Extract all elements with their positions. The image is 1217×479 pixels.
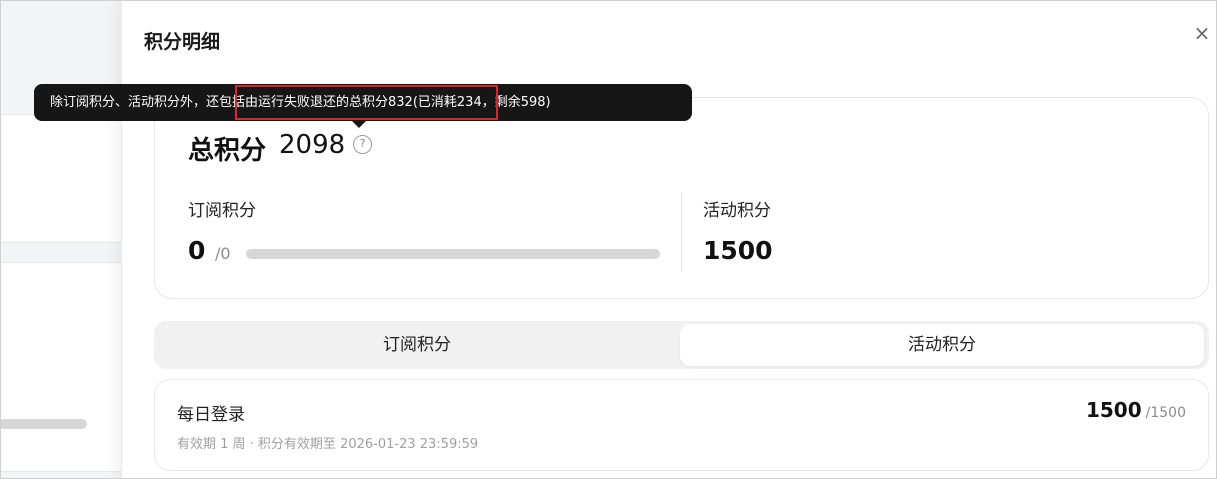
activity-points-label: 活动积分 xyxy=(703,201,771,221)
subscription-points-value: 0 xyxy=(188,236,206,265)
subscription-progress-bar xyxy=(246,249,660,259)
list-item: 每日登录 有效期 1 周 · 积分有效期至 2026-01-23 23:59:5… xyxy=(154,379,1209,471)
drawer-title: 积分明细 xyxy=(144,31,221,53)
divider xyxy=(681,192,682,272)
tab-subscription-points[interactable]: 订阅积分 xyxy=(157,324,677,366)
background-progress-bar xyxy=(0,419,87,429)
tab-activity-points[interactable]: 活动积分 xyxy=(680,324,1204,366)
record-points-value: 1500 xyxy=(1085,398,1142,422)
points-summary-card: 总积分 2098 ? 订阅积分 0 /0 活动积分 1500 xyxy=(154,97,1209,299)
background-card xyxy=(0,114,121,243)
record-validity: 有效期 1 周 · 积分有效期至 2026-01-23 23:59:59 xyxy=(177,437,479,452)
close-icon[interactable]: × xyxy=(1191,22,1213,44)
total-points-value: 2098 xyxy=(279,130,346,160)
points-tabs: 订阅积分 活动积分 xyxy=(154,321,1209,369)
activity-points-value: 1500 xyxy=(703,236,773,265)
total-points-label: 总积分 xyxy=(188,136,267,166)
tooltip-text: 除订阅积分、活动积分外， xyxy=(50,95,207,110)
tooltip-arrow xyxy=(352,121,366,128)
subscription-points-label: 订阅积分 xyxy=(188,201,256,221)
record-points-max: /1500 xyxy=(1145,405,1186,421)
record-title: 每日登录 xyxy=(177,405,245,425)
background-card xyxy=(0,262,121,472)
highlight-box xyxy=(235,85,498,120)
subscription-points-max: /0 xyxy=(215,244,231,263)
record-points: 1500/1500 xyxy=(1086,398,1186,422)
help-circle-icon[interactable]: ? xyxy=(353,135,372,154)
points-detail-drawer: 积分明细 × 总积分 2098 ? 订阅积分 0 /0 活动积分 1500 订阅… xyxy=(121,0,1217,479)
